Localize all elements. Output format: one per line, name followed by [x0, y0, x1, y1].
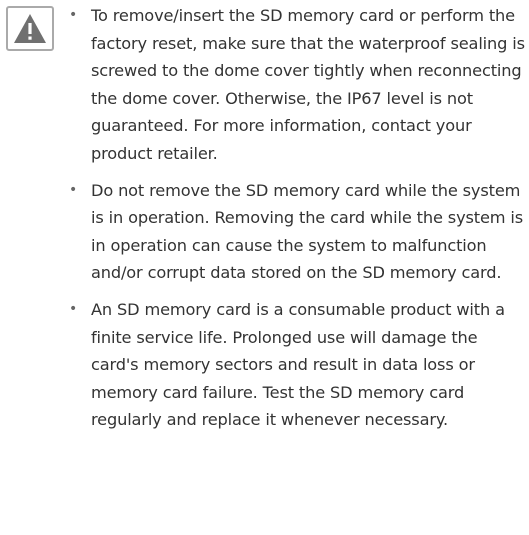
caution-box	[6, 6, 54, 51]
caution-note: • To remove/insert the SD memory card or…	[67, 2, 525, 168]
bullet: •	[69, 7, 78, 23]
caution-note: • An SD memory card is a consumable prod…	[67, 296, 525, 434]
bullet: •	[69, 181, 78, 198]
warning-triangle-icon	[14, 14, 46, 43]
note-text: Do not remove the SD memory card while t…	[91, 180, 524, 283]
note-text: An SD memory card is a consumable produc…	[91, 299, 505, 430]
caution-notes-list: • To remove/insert the SD memory card or…	[67, 2, 525, 443]
note-text: To remove/insert the SD memory card or p…	[91, 6, 525, 163]
bullet: •	[69, 300, 78, 317]
caution-note: • Do not remove the SD memory card while…	[67, 177, 525, 287]
